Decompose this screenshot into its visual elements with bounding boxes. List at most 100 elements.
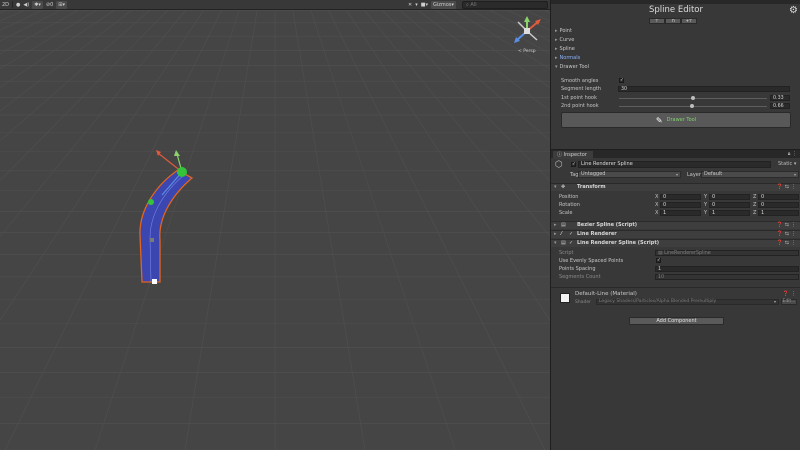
shader-edit-button[interactable]: Edit...: [781, 299, 797, 305]
effects-dropdown[interactable]: ✱▾: [32, 0, 43, 9]
hook1-field[interactable]: 0.33: [770, 95, 790, 101]
component-actions[interactable]: ❓⇆⋮: [777, 240, 798, 247]
static-toggle[interactable]: Static ▾: [778, 161, 796, 167]
position-x-field[interactable]: 0: [660, 194, 701, 200]
kebab-menu-icon[interactable]: ⋮: [792, 151, 797, 157]
layer-dropdown[interactable]: Default ▾: [701, 171, 799, 178]
perspective-label[interactable]: < Persp: [518, 49, 536, 54]
lighting-icon[interactable]: ●: [16, 1, 20, 9]
view-2d-toggle[interactable]: 2D: [2, 1, 9, 9]
gameobject-active-checkbox[interactable]: ✓: [571, 162, 576, 167]
bezier-spline-title: Bezier Spline (Script): [577, 222, 638, 228]
spacing-field[interactable]: 1: [655, 266, 799, 272]
gear-icon[interactable]: ⚙: [788, 5, 799, 16]
spline-editor-tabbar: [551, 0, 800, 4]
camera-icon[interactable]: ■▾: [421, 1, 428, 9]
scale-y-field[interactable]: 1: [709, 210, 750, 216]
inspector-tab-actions: 🔒︎ ⋮: [788, 151, 797, 157]
gameobject-name-field[interactable]: Line Renderer Spline: [578, 161, 771, 168]
bezier-spline-header[interactable]: ▸ ▤ Bezier Spline (Script) ❓⇆⋮: [551, 221, 800, 229]
tab-inspector[interactable]: ⓘ Inspector: [553, 151, 593, 159]
hook2-slider-handle[interactable]: [690, 104, 694, 108]
scene-search-input[interactable]: ⌕ All: [462, 1, 548, 9]
hidden-objects-icon[interactable]: ⊘ 0: [46, 1, 53, 9]
inspector-tabbar: ⓘ Inspector 🔒︎ ⋮: [551, 149, 800, 159]
chevron-right-icon: ▸: [555, 37, 558, 43]
spacing-row: Points Spacing 1: [559, 266, 799, 273]
rotation-z-field[interactable]: 0: [758, 202, 799, 208]
spline-mesh[interactable]: [139, 169, 194, 283]
foldout-curve[interactable]: ▸ Curve: [555, 37, 574, 43]
smooth-angles-row: Smooth angles ✓: [561, 78, 791, 85]
position-y-field[interactable]: 0: [709, 194, 750, 200]
hidden-count: 0: [50, 1, 54, 8]
tangent-point[interactable]: [150, 238, 154, 242]
add-component-button[interactable]: Add Component: [629, 317, 724, 325]
material-actions[interactable]: ❓⋮: [783, 291, 798, 297]
scene-settings-icon[interactable]: ▾: [415, 1, 418, 9]
scene-grid: [0, 10, 550, 450]
drawer-tool-button[interactable]: ✎ Drawer Tool: [561, 112, 791, 128]
scene-view[interactable]: 2D ● ◀) ✱▾ ⊘ 0 ⊞▾ ✕ ▾ ■▾ Gizmos ▾ ⌕ All < …: [0, 0, 550, 450]
transform-icon: ✥: [561, 184, 566, 190]
line-renderer-enabled-checkbox[interactable]: ✓: [569, 231, 573, 238]
smooth-angles-checkbox[interactable]: ✓: [619, 78, 624, 83]
component-actions[interactable]: ❓⇆⋮: [777, 222, 798, 229]
insert-curve-button[interactable]: ⊓: [665, 18, 681, 24]
line-renderer-spline-object[interactable]: [120, 140, 210, 290]
rotation-x-field[interactable]: 0: [660, 202, 701, 208]
orientation-gizmo[interactable]: [510, 14, 544, 48]
segment-length-row: Segment length 30: [561, 86, 791, 93]
control-point[interactable]: [148, 199, 154, 205]
scale-x-field[interactable]: 1: [660, 210, 701, 216]
line-renderer-spline-header[interactable]: ▾ ▤ ✓ Line Renderer Spline (Script) ❓⇆⋮: [551, 239, 800, 247]
foldout-drawer-tool[interactable]: ▾ Drawer Tool: [555, 64, 589, 70]
script-value: LineRendererSpline: [664, 251, 711, 256]
audio-icon[interactable]: ◀): [23, 1, 29, 9]
chevron-down-icon: ▾: [555, 64, 558, 70]
component-actions[interactable]: ❓⇆⋮: [777, 184, 798, 191]
chevron-right-icon: ▸: [554, 222, 557, 228]
material-name[interactable]: Default-Line (Material): [575, 291, 637, 297]
hook1-label: 1st point hook: [561, 95, 597, 101]
y-axis-cone[interactable]: [524, 16, 530, 22]
hook2-field[interactable]: 0.66: [770, 103, 790, 109]
script-label: Script: [559, 250, 574, 256]
tag-dropdown[interactable]: Untagged ▾: [578, 171, 681, 178]
hook1-slider-handle[interactable]: [691, 96, 695, 100]
position-z-field[interactable]: 0: [758, 194, 799, 200]
transform-header[interactable]: ▾ ✥ Transform ❓⇆⋮: [551, 183, 800, 191]
rotation-y-field[interactable]: 0: [709, 202, 750, 208]
cube-icon: ⬡: [555, 160, 563, 170]
scene-search-placeholder: All: [470, 2, 477, 8]
hook1-row: 1st point hook 0.33: [561, 95, 791, 102]
end-point[interactable]: [152, 279, 157, 284]
scale-row: Scale X1 Y1 Z1: [559, 210, 799, 217]
gizmos-dropdown[interactable]: Gizmos ▾: [430, 1, 456, 9]
transform-title: Transform: [577, 184, 606, 190]
chevron-down-icon: ▾: [773, 299, 776, 304]
scale-z-field[interactable]: 1: [758, 210, 799, 216]
chevron-down-icon: ▾: [675, 172, 678, 177]
lrs-enabled-checkbox[interactable]: ✓: [569, 240, 573, 247]
script-icon: ▤: [561, 240, 566, 246]
line-renderer-header[interactable]: ▸ ⁄ ✓ Line Renderer ❓⇆⋮: [551, 230, 800, 238]
lock-icon[interactable]: 🔒︎: [788, 151, 791, 157]
add-point-button[interactable]: ⊤: [649, 18, 665, 24]
grid-dropdown[interactable]: ⊞▾: [56, 0, 67, 9]
use-even-checkbox[interactable]: ✓: [656, 258, 661, 263]
gizmos-label: Gizmos: [432, 2, 452, 8]
tools-icon[interactable]: ✕: [408, 1, 412, 9]
tag-value: Untagged: [581, 171, 606, 177]
foldout-spline[interactable]: ▸ Spline: [555, 46, 575, 52]
selected-control-point[interactable]: [177, 167, 187, 177]
foldout-normals[interactable]: ▸ Normals: [555, 55, 580, 61]
segment-length-field[interactable]: 30: [618, 86, 790, 92]
foldout-point[interactable]: ▸ Point: [555, 28, 572, 34]
rotation-label: Rotation: [559, 202, 580, 208]
scale-label: Scale: [559, 210, 573, 216]
append-point-button[interactable]: +⊤: [681, 18, 697, 24]
shader-dropdown[interactable]: Legacy Shaders/Particles/Alpha Blended P…: [596, 299, 779, 305]
component-actions[interactable]: ❓⇆⋮: [777, 231, 798, 238]
move-y-arrow[interactable]: [174, 150, 180, 156]
